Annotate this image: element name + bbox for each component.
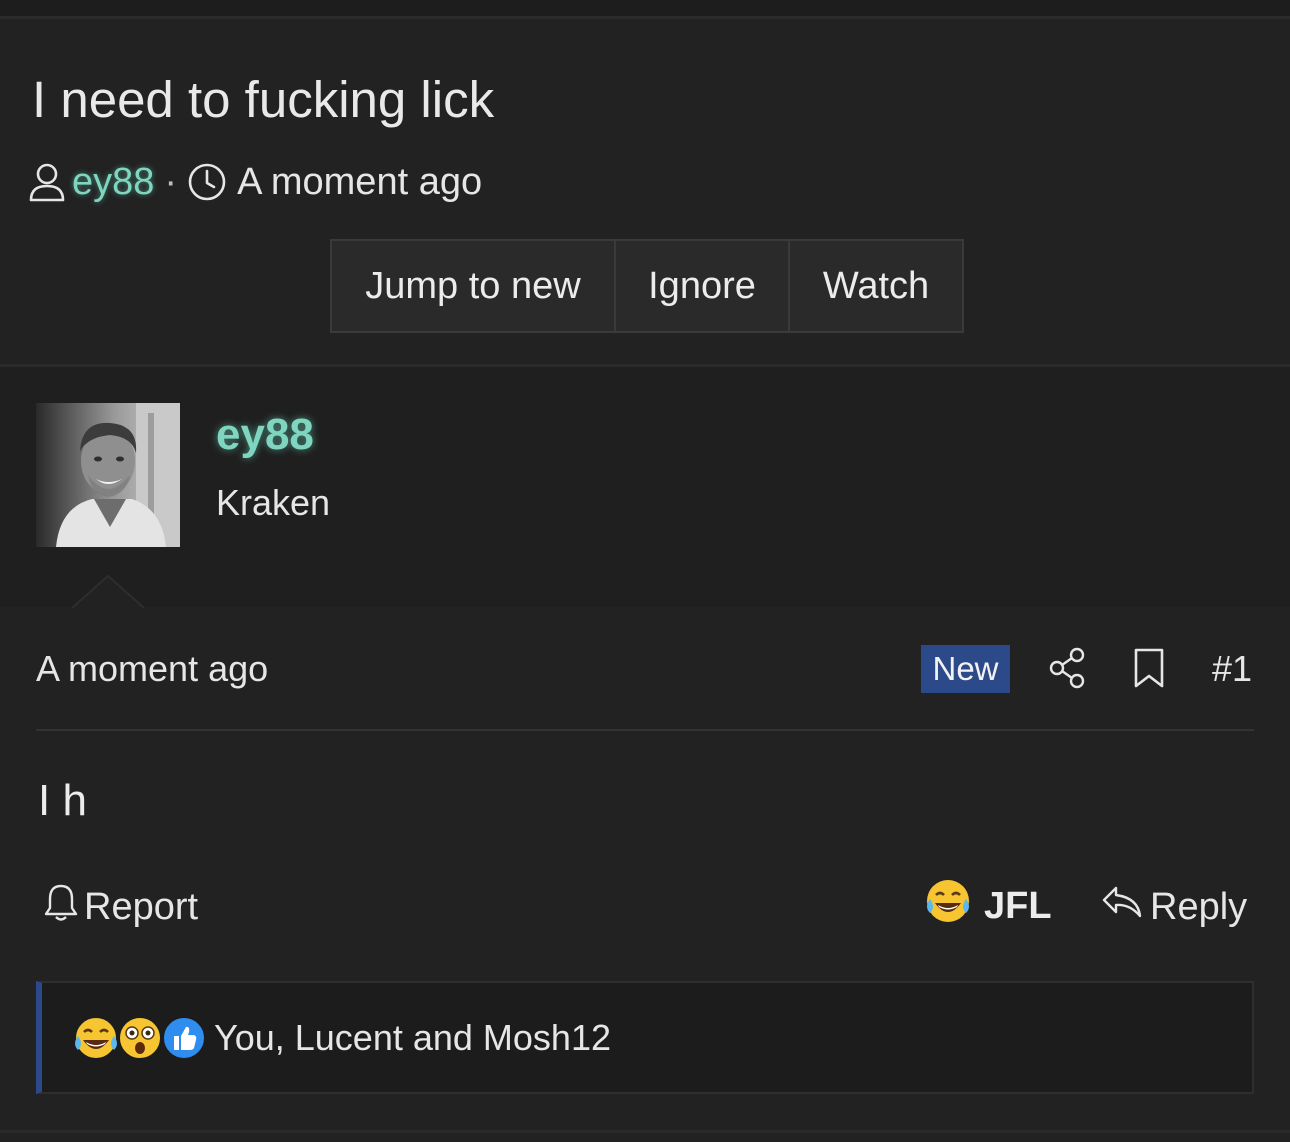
report-link[interactable]: Report [44,884,198,930]
shocked-emoji-icon [116,1014,162,1060]
thread-time[interactable]: A moment ago [237,161,482,204]
meta-separator: · [164,160,178,203]
ignore-button[interactable]: Ignore [616,241,790,331]
bell-icon [44,882,78,932]
thread-button-group: Jump to new Ignore Watch [330,239,964,333]
new-badge: New [921,645,1010,693]
jump-to-new-button[interactable]: Jump to new [332,241,616,331]
poster-username[interactable]: ey88 [216,410,314,460]
report-label: Report [84,885,199,928]
post-pointer-arrow [72,575,144,609]
poster-info-block [0,367,1290,607]
poster-user-title: Kraken [216,482,331,523]
user-icon [28,162,66,202]
reaction-users[interactable]: You, Lucent and Mosh12 [214,1017,611,1059]
avatar[interactable] [36,403,180,547]
react-button[interactable]: JFL [924,880,1052,932]
thread-meta: ey88 · A moment ago [28,160,482,204]
thumbs-up-emoji-icon [160,1014,206,1060]
post-header-divider [36,729,1254,731]
bookmark-icon[interactable] [1133,647,1165,694]
reply-icon [1100,882,1144,932]
bottom-divider [0,1130,1290,1133]
share-icon[interactable] [1048,647,1088,694]
clock-icon [187,162,227,202]
react-label: JFL [984,884,1052,927]
reaction-icons[interactable] [72,1014,206,1060]
watch-button[interactable]: Watch [790,241,962,331]
crying-laughing-emoji-icon [924,877,972,935]
crying-laughing-emoji-icon [72,1014,118,1060]
reply-label: Reply [1150,885,1248,928]
thread-author-link[interactable]: ey88 [72,161,154,204]
post-message: I h [38,776,87,825]
post-number-link[interactable]: #1 [1212,648,1252,690]
reply-link[interactable]: Reply [1100,884,1247,930]
post-date[interactable]: A moment ago [36,648,268,690]
thread-title: I need to fucking lick [32,71,495,128]
